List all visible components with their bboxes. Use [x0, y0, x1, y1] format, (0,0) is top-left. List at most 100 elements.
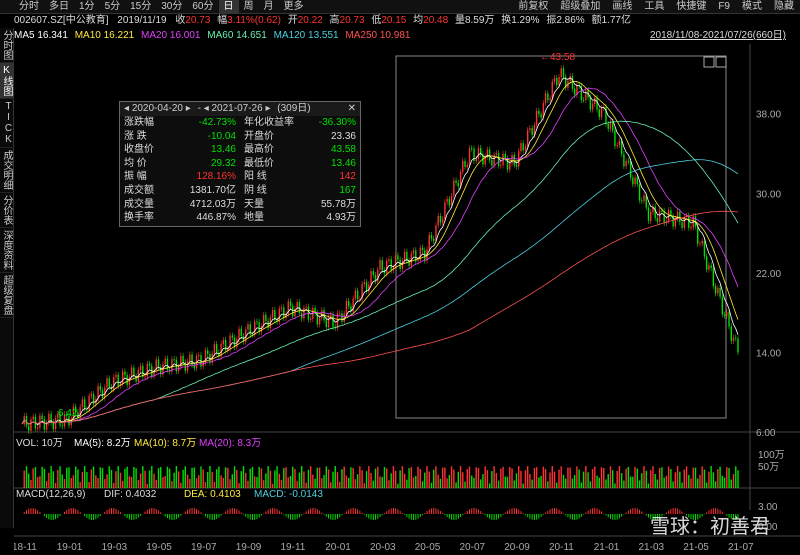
tab-2[interactable]: 1分 [74, 0, 100, 14]
volume-bar [665, 475, 668, 488]
popup-cell-value: 43.58 [330, 144, 356, 156]
popup-cell: 换手率 446.87% [120, 211, 240, 225]
volume-bar [298, 472, 301, 488]
volume-bar [533, 468, 536, 488]
volume-bar [683, 469, 685, 488]
candle-body [173, 359, 175, 361]
volume-bar [79, 482, 81, 488]
leftnav-item-3[interactable]: 成交明细 [0, 148, 14, 193]
candle-body [90, 394, 93, 396]
x-axis-label: 21-05 [683, 542, 709, 553]
volume-bar [330, 482, 332, 488]
toolbar-right-0[interactable]: 前复权 [512, 0, 554, 14]
popup-cell-label: 换手率 [124, 212, 154, 224]
volume-bar [323, 475, 325, 488]
price-axis-label: 14.00 [756, 348, 781, 359]
tab-4[interactable]: 15分 [125, 0, 156, 14]
toolbar-right-4[interactable]: 快捷键 [670, 0, 712, 14]
candle-body [650, 212, 652, 222]
macd-macd: MACD: -0.0143 [254, 489, 323, 500]
x-axis-label: 19-11 [281, 542, 306, 553]
tab-8[interactable]: 周 [239, 0, 259, 14]
volume-bar [417, 466, 419, 488]
volume-bar [193, 467, 195, 488]
candle-body [289, 301, 292, 307]
volume-bar [721, 475, 724, 488]
x-axis-label: 19-09 [236, 542, 262, 553]
popup-row: 收盘价 13.46 最高价 43.58 [120, 143, 360, 157]
high-annotation: ←43.58 [540, 52, 575, 63]
volume-bar [50, 466, 52, 488]
volume-bar [316, 467, 319, 488]
toolbar-right-2[interactable]: 画线 [606, 0, 638, 14]
candle-body [399, 259, 401, 270]
candle-body [471, 148, 473, 150]
volume-bar [582, 471, 585, 488]
volume-bar [681, 482, 683, 488]
volume-bar [471, 475, 473, 488]
tab-10[interactable]: 更多 [279, 0, 309, 14]
toolbar-right-3[interactable]: 工具 [638, 0, 670, 14]
volume-bar [283, 468, 285, 488]
candle-body [39, 415, 41, 428]
candle-body [681, 222, 683, 228]
leftnav-item-1[interactable]: K线图 [0, 63, 14, 99]
macd-dif: DIF: 0.4032 [104, 489, 157, 500]
low-annotation: 6.42 [58, 408, 78, 419]
candle-body [643, 195, 645, 201]
toolbar-right-5[interactable]: F9 [712, 0, 736, 14]
tab-7[interactable]: 日 [218, 0, 239, 14]
toolbar-right-7[interactable]: 隐藏 [768, 0, 800, 14]
volume-bar [63, 478, 66, 488]
candle-body [207, 350, 209, 355]
leftnav-item-5[interactable]: 深度资料 [0, 228, 14, 273]
next-start-icon[interactable]: ▸ [186, 103, 191, 114]
candle-body [636, 177, 639, 184]
toolbar-right-6[interactable]: 模式 [736, 0, 768, 14]
tab-0[interactable]: 分时 [14, 0, 44, 14]
leftnav-item-6[interactable]: 超级复盘 [0, 273, 14, 318]
volume-bar [618, 466, 621, 488]
volume-bar [41, 466, 43, 488]
tab-1[interactable]: 多日 [44, 0, 74, 14]
volume-bar [600, 467, 603, 488]
toolbar-right-1[interactable]: 超级叠加 [554, 0, 606, 14]
close-icon[interactable]: ✕ [348, 102, 356, 116]
volume-bar [130, 477, 133, 488]
volume-bar [285, 467, 287, 488]
candle-body [36, 427, 39, 429]
volume-bar [629, 476, 632, 488]
tab-9[interactable]: 月 [259, 0, 279, 14]
candle-body [495, 153, 498, 155]
interval-selection [395, 55, 727, 419]
volume-bar [518, 466, 520, 488]
prev-start-icon[interactable]: ◂ [124, 103, 129, 114]
popup-cell: 成交额 1381.70亿 [120, 184, 240, 198]
candle-body [609, 121, 612, 129]
volume-bar [177, 471, 180, 488]
popup-cell: 振 幅 128.16% [120, 170, 240, 184]
popup-cell-label: 阴 线 [244, 184, 267, 196]
end-date[interactable]: 2021-07-26 [212, 103, 263, 114]
next-end-icon[interactable]: ▸ [265, 103, 270, 114]
tab-5[interactable]: 30分 [156, 0, 187, 14]
ma250-value: MA250 10.981 [345, 30, 411, 41]
candle-body [654, 206, 656, 219]
stock-code-name: 002607.SZ[中公教育] [14, 15, 109, 26]
candle-body [618, 140, 621, 146]
start-date[interactable]: 2020-04-20 [132, 103, 183, 114]
ma120-value: MA120 13.551 [273, 30, 339, 41]
tab-3[interactable]: 5分 [100, 0, 126, 14]
prev-end-icon[interactable]: ◂ [204, 103, 209, 114]
leftnav-item-4[interactable]: 分价表 [0, 193, 14, 228]
leftnav-item-0[interactable]: 分时图 [0, 28, 14, 63]
volume-bar [233, 466, 236, 488]
candle-body [144, 376, 146, 378]
volume-bar [632, 476, 634, 488]
leftnav-item-2[interactable]: TICK [0, 99, 14, 148]
date-range[interactable]: 2018/11/08-2021/07/26(660日) [650, 29, 786, 42]
tab-6[interactable]: 60分 [187, 0, 218, 14]
volume-bar [428, 471, 430, 488]
candle-body [732, 337, 735, 341]
volume-bar [108, 466, 110, 488]
